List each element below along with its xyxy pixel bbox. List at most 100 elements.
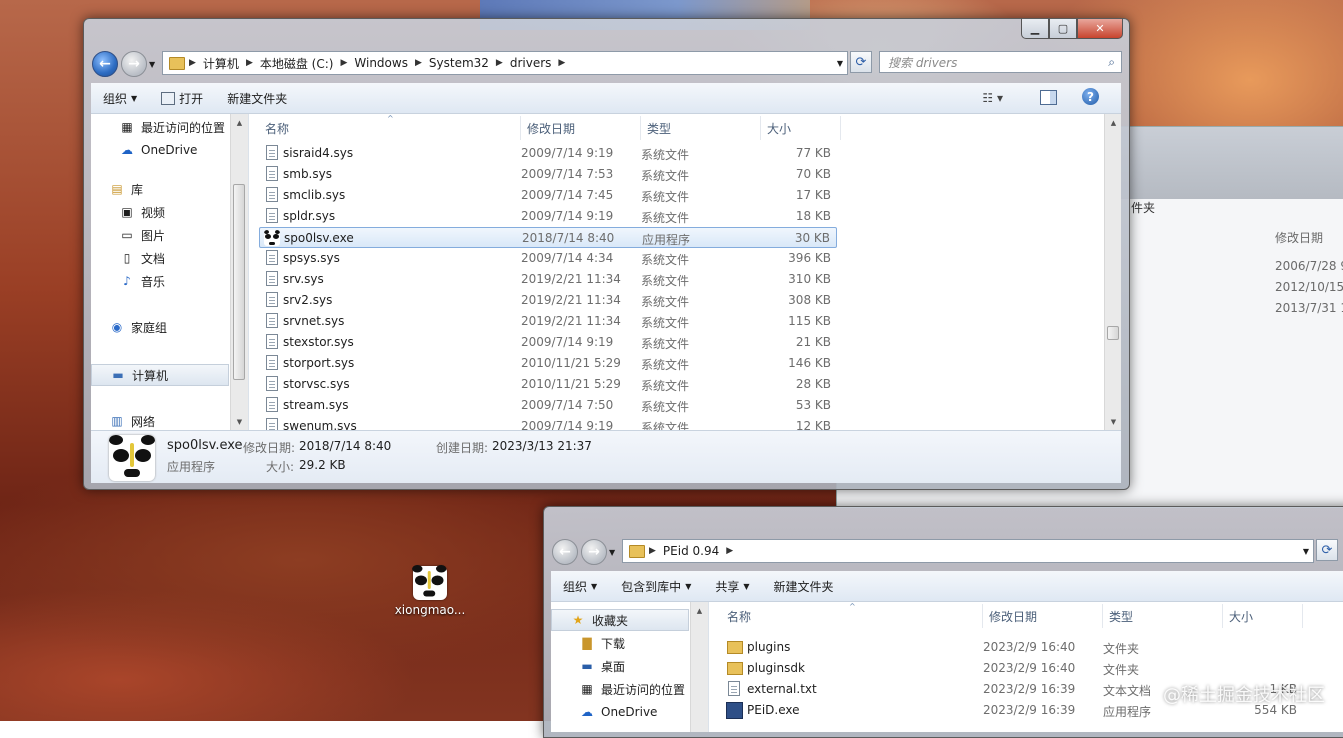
column-header-size[interactable]: 大小 xyxy=(761,116,841,140)
nav-item-recent-places[interactable]: ▦ 最近访问的位置 xyxy=(551,678,708,700)
table-row[interactable]: sisraid4.sys 2009/7/14 9:19 系统文件 77 KB xyxy=(259,143,837,164)
nav-item-computer[interactable]: ▬ 计算机 xyxy=(91,364,229,386)
scroll-up-icon[interactable]: ▲ xyxy=(1105,114,1121,131)
command-bar: 组织 ▼ 包含到库中 ▼ 共享 ▼ 新建文件夹 xyxy=(551,571,1343,602)
breadcrumb-system32[interactable]: System32 xyxy=(422,56,496,70)
table-row[interactable]: srvnet.sys 2019/2/21 11:34 系统文件 115 KB xyxy=(259,311,837,332)
address-history-dropdown-icon[interactable]: ▼ xyxy=(837,59,843,68)
nav-item-recent-places[interactable]: ▦ 最近访问的位置 xyxy=(91,116,248,138)
dropdown-arrow-icon: ▼ xyxy=(131,93,138,103)
nav-item-onedrive[interactable]: ☁ OneDrive xyxy=(91,139,248,161)
include-in-library-menu[interactable]: 包含到库中 ▼ xyxy=(609,578,703,595)
new-folder-button[interactable]: 新建文件夹 xyxy=(215,90,299,107)
back-button[interactable]: ← xyxy=(92,51,118,77)
nav-item-downloads[interactable]: ▇ 下载 xyxy=(551,632,708,654)
address-bar[interactable]: ▶ 计算机 ▶ 本地磁盘 (C:) ▶ Windows ▶ System32 ▶… xyxy=(162,51,848,75)
nav-buttons: ← → ▼ xyxy=(92,51,155,77)
column-label: 名称 xyxy=(265,121,290,136)
table-row[interactable]: spo0lsv.exe 2018/7/14 8:40 应用程序 30 KB xyxy=(259,227,837,248)
preview-pane-icon[interactable] xyxy=(1040,90,1057,105)
column-header-date[interactable]: 修改日期 xyxy=(521,116,641,140)
open-button[interactable]: 打开 xyxy=(149,90,215,107)
nav-label: 音乐 xyxy=(141,274,166,289)
column-header-size[interactable]: 大小 xyxy=(1223,604,1303,628)
breadcrumb-peid[interactable]: PEid 0.94 xyxy=(656,544,726,558)
nav-item-pictures[interactable]: ▭ 图片 xyxy=(91,224,248,246)
table-row[interactable]: smclib.sys 2009/7/14 7:45 系统文件 17 KB xyxy=(259,185,837,206)
address-bar[interactable]: ▶ PEid 0.94 ▶ ▼ xyxy=(622,539,1314,563)
file-modified-date: 2009/7/14 9:19 xyxy=(521,419,614,430)
breadcrumb-local-disk[interactable]: 本地磁盘 (C:) xyxy=(253,55,341,72)
share-menu[interactable]: 共享 ▼ xyxy=(703,578,761,595)
table-row[interactable]: swenum.sys 2009/7/14 9:19 系统文件 12 KB xyxy=(259,416,837,430)
table-row[interactable]: pluginsdk 2023/2/9 16:40 文件夹 xyxy=(721,658,1311,679)
nav-item-network[interactable]: ▥ 网络 xyxy=(91,410,248,430)
close-button[interactable]: ✕ xyxy=(1077,19,1123,39)
search-input[interactable]: 搜索 drivers ⌕ xyxy=(879,51,1122,73)
organize-menu[interactable]: 组织 ▼ xyxy=(91,90,149,107)
file-modified-date: 2023/2/9 16:39 xyxy=(983,703,1076,717)
nav-item-favorites[interactable]: ★ 收藏夹 xyxy=(551,609,689,631)
breadcrumb-drivers[interactable]: drivers xyxy=(503,56,559,70)
scroll-down-icon[interactable]: ▼ xyxy=(231,413,248,430)
file-type: 系统文件 xyxy=(641,274,690,288)
system-file-icon xyxy=(266,187,278,202)
nav-item-onedrive[interactable]: ☁ OneDrive xyxy=(551,701,708,723)
table-row[interactable]: stream.sys 2009/7/14 7:50 系统文件 53 KB xyxy=(259,395,837,416)
nav-item-videos[interactable]: ▣ 视频 xyxy=(91,201,248,223)
column-header-name[interactable]: 名称 ^ xyxy=(721,602,983,628)
recent-pages-dropdown-icon[interactable]: ▼ xyxy=(609,548,615,557)
table-row[interactable]: plugins 2023/2/9 16:40 文件夹 xyxy=(721,637,1311,658)
column-header-type[interactable]: 类型 xyxy=(641,116,761,140)
address-history-dropdown-icon[interactable]: ▼ xyxy=(1303,547,1309,556)
breadcrumb-windows[interactable]: Windows xyxy=(347,56,415,70)
table-row[interactable]: spldr.sys 2009/7/14 9:19 系统文件 18 KB xyxy=(259,206,837,227)
table-row[interactable]: stexstor.sys 2009/7/14 9:19 系统文件 21 KB xyxy=(259,332,837,353)
change-view-icon[interactable]: ☷ ▾ xyxy=(982,91,1003,105)
nav-item-library[interactable]: ▤ 库 xyxy=(91,178,248,200)
column-header-date[interactable]: 修改日期 xyxy=(983,604,1103,628)
column-header-type[interactable]: 类型 xyxy=(1103,604,1223,628)
scroll-up-icon[interactable]: ▲ xyxy=(691,602,708,619)
table-row[interactable]: storvsc.sys 2010/11/21 5:29 系统文件 28 KB xyxy=(259,374,837,395)
minimize-button[interactable]: ▁ xyxy=(1021,19,1049,39)
folder-icon xyxy=(727,662,743,675)
table-row[interactable]: storport.sys 2010/11/21 5:29 系统文件 146 KB xyxy=(259,353,837,374)
watermark: @稀土掘金技术社区 xyxy=(1163,685,1325,706)
onedrive-icon: ☁ xyxy=(581,705,593,719)
table-row[interactable]: smb.sys 2009/7/14 7:53 系统文件 70 KB xyxy=(259,164,837,185)
refresh-button[interactable]: ⟳ xyxy=(1316,539,1338,561)
nav-pane-scrollbar[interactable]: ▲ xyxy=(690,602,708,732)
nav-pane-scrollbar[interactable]: ▲ ▼ xyxy=(230,114,248,430)
favorites-star-icon: ★ xyxy=(572,613,584,627)
drivers-explorer-window[interactable]: ▁ ▢ ✕ ← → ▼ ▶ 计算机 ▶ 本地磁盘 (C:) ▶ Windows … xyxy=(83,18,1130,490)
nav-item-homegroup[interactable]: ◉ 家庭组 xyxy=(91,316,248,338)
table-row[interactable]: srv2.sys 2019/2/21 11:34 系统文件 308 KB xyxy=(259,290,837,311)
scroll-up-icon[interactable]: ▲ xyxy=(231,114,248,131)
nav-item-documents[interactable]: ▯ 文档 xyxy=(91,247,248,269)
nav-item-desktop[interactable]: ▬ 桌面 xyxy=(551,655,708,677)
forward-button[interactable]: → xyxy=(581,539,607,565)
help-icon[interactable]: ? xyxy=(1082,88,1099,105)
back-button[interactable]: ← xyxy=(552,539,578,565)
table-row[interactable]: spsys.sys 2009/7/14 4:34 系统文件 396 KB xyxy=(259,248,837,269)
organize-menu[interactable]: 组织 ▼ xyxy=(551,578,609,595)
scrollbar-thumb[interactable] xyxy=(1107,326,1119,340)
new-folder-button[interactable]: 新建文件夹 xyxy=(762,578,846,595)
file-modified-date: 2019/2/21 11:34 xyxy=(521,293,621,307)
scrollbar-thumb[interactable] xyxy=(233,184,245,380)
table-row[interactable]: srv.sys 2019/2/21 11:34 系统文件 310 KB xyxy=(259,269,837,290)
maximize-button[interactable]: ▢ xyxy=(1049,19,1077,39)
desktop-icon-xiongmao[interactable]: xiongmao... xyxy=(393,565,467,617)
scroll-down-icon[interactable]: ▼ xyxy=(1105,413,1121,430)
system-file-icon xyxy=(266,376,278,391)
forward-button[interactable]: → xyxy=(121,51,147,77)
recent-pages-dropdown-icon[interactable]: ▼ xyxy=(149,60,155,69)
music-library-icon: ♪ xyxy=(123,274,131,288)
refresh-button[interactable]: ⟳ xyxy=(850,51,872,73)
file-list-scrollbar[interactable]: ▲ ▼ xyxy=(1104,114,1121,430)
nav-item-music[interactable]: ♪ 音乐 xyxy=(91,270,248,292)
breadcrumb-computer[interactable]: 计算机 xyxy=(196,55,246,72)
column-header-name[interactable]: 名称 ^ xyxy=(259,114,521,140)
details-type: 应用程序 xyxy=(167,460,216,474)
